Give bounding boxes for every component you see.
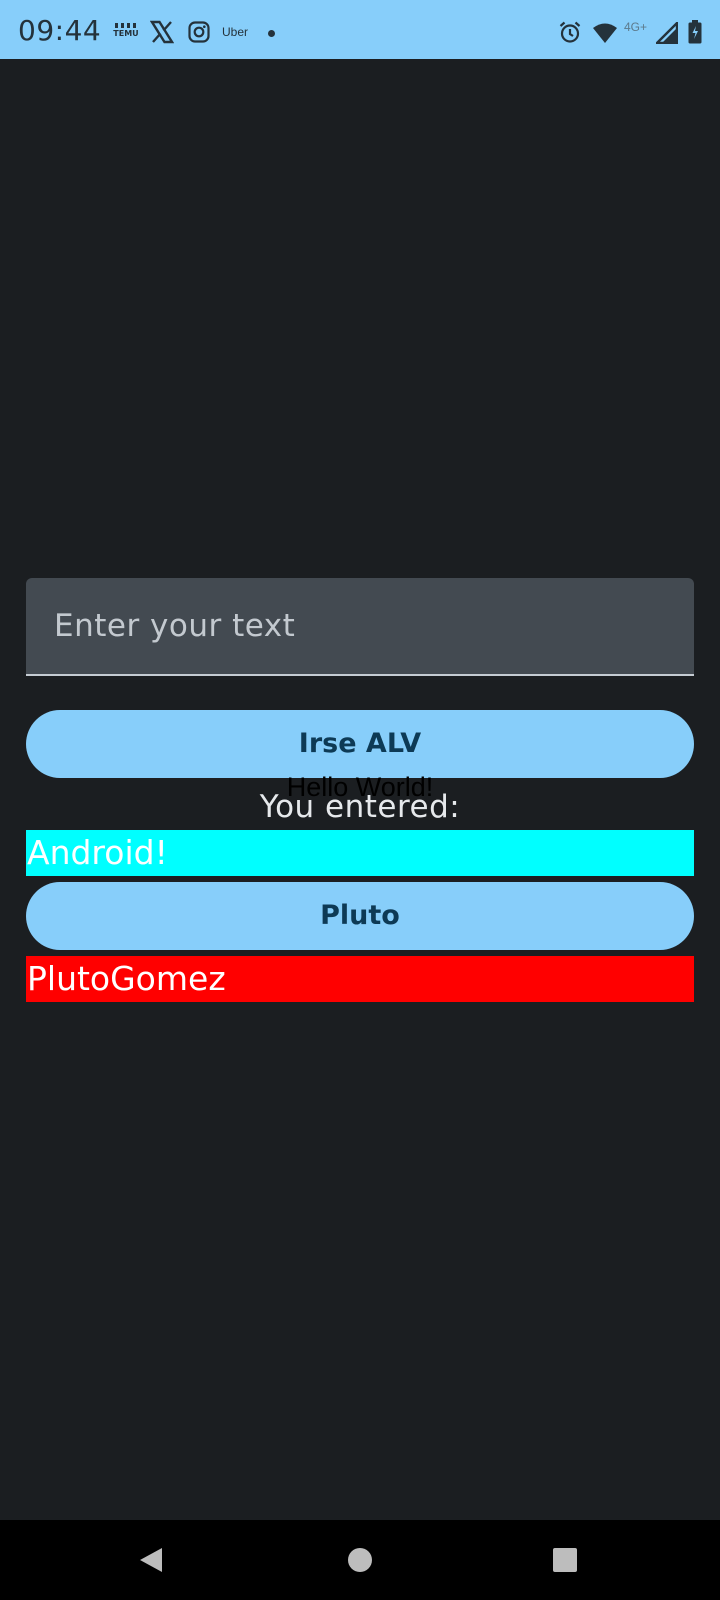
pluto-button[interactable]: Pluto bbox=[26, 882, 694, 950]
battery-icon bbox=[688, 20, 702, 44]
back-icon[interactable] bbox=[131, 1540, 171, 1580]
wifi-icon bbox=[592, 22, 618, 44]
recents-icon[interactable] bbox=[545, 1540, 585, 1580]
instagram-icon bbox=[188, 21, 210, 43]
status-time: 09:44 bbox=[18, 14, 102, 47]
android-output-text: Android! bbox=[26, 830, 694, 876]
text-input-placeholder: Enter your text bbox=[54, 608, 296, 644]
navigation-bar bbox=[0, 1520, 720, 1600]
signal-icon bbox=[654, 20, 679, 45]
temu-icon: TEMU bbox=[112, 22, 140, 42]
x-icon bbox=[149, 20, 175, 44]
text-input-field[interactable]: Enter your text bbox=[26, 578, 694, 676]
uber-icon: Uber bbox=[222, 25, 249, 39]
status-bar: 09:44 TEMU Uber 4G+ bbox=[0, 0, 720, 59]
alarm-icon bbox=[558, 20, 582, 44]
pluto-gomez-output-text: PlutoGomez bbox=[26, 956, 694, 1002]
network-type-label: 4G+ bbox=[624, 20, 648, 34]
you-entered-label: You entered: bbox=[259, 789, 461, 825]
temu-icon-label: TEMU bbox=[113, 29, 139, 38]
irse-alv-button[interactable]: Irse ALV bbox=[26, 710, 694, 778]
app-screen: 09:44 TEMU Uber 4G+ Enter your text Irse… bbox=[0, 0, 720, 1600]
dot-icon bbox=[268, 30, 275, 37]
home-icon[interactable] bbox=[340, 1540, 380, 1580]
